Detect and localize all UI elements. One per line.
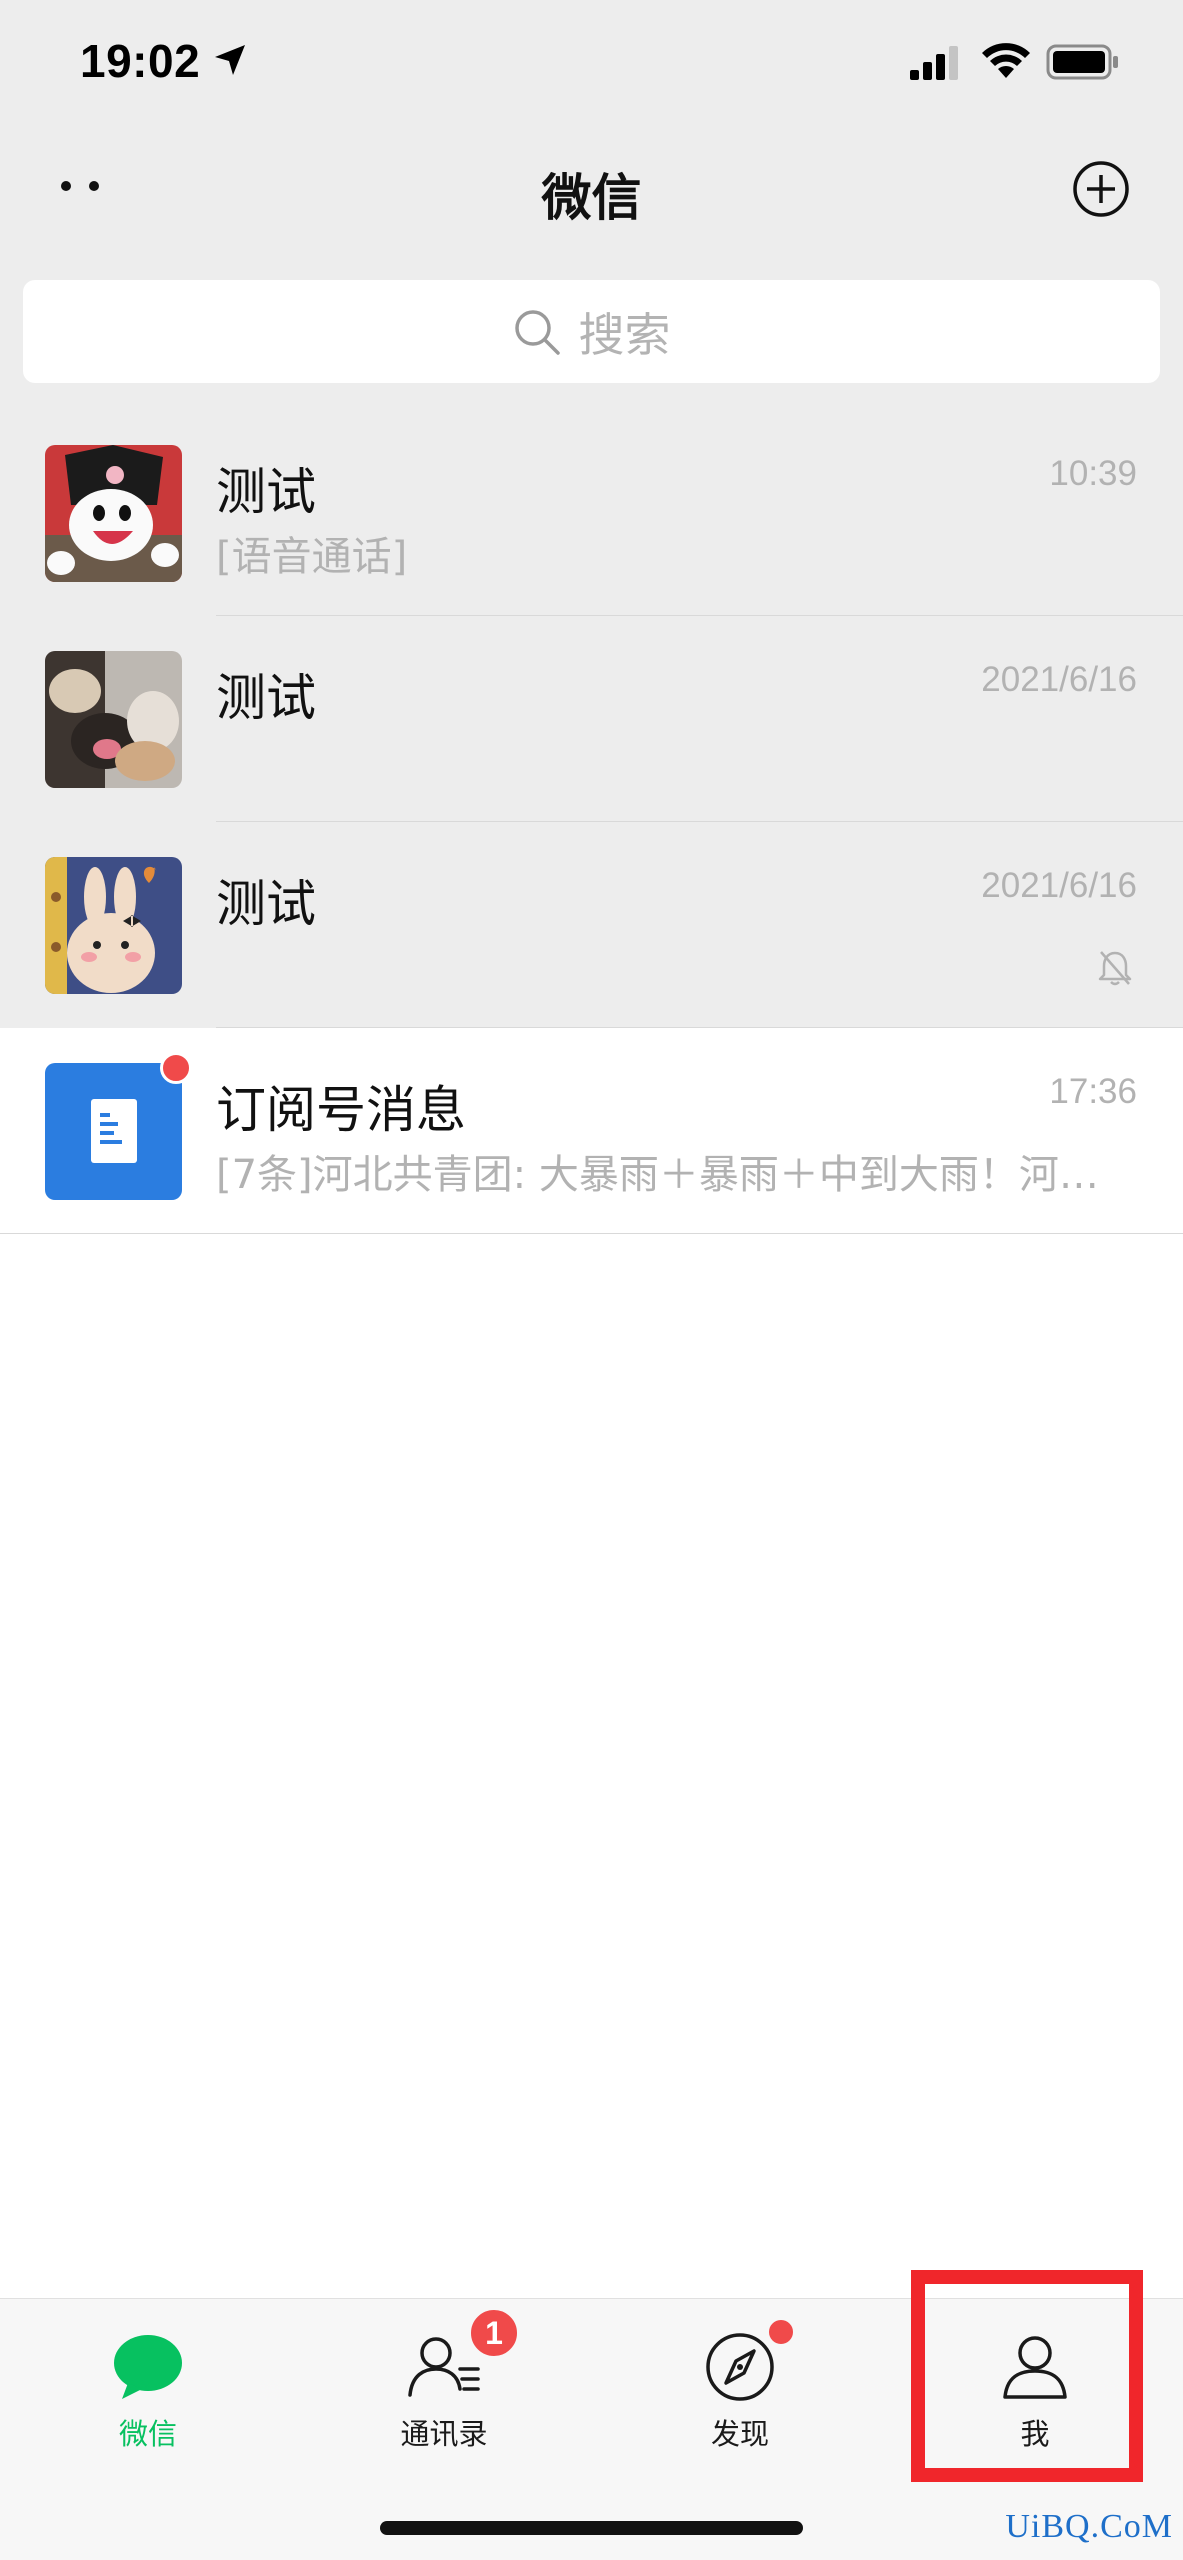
chat-time: 2021/6/16 bbox=[981, 660, 1137, 699]
chat-time: 17:36 bbox=[1049, 1072, 1137, 1111]
search-icon bbox=[514, 309, 560, 355]
muted-bell-icon bbox=[1098, 951, 1132, 986]
chat-time: 2021/6/16 bbox=[981, 866, 1137, 905]
chat-list-item[interactable]: 测试 10:39 [语音通话] bbox=[0, 410, 1183, 616]
status-time: 19:02 bbox=[80, 35, 201, 87]
header-area: 19:02 微信 搜索 bbox=[0, 0, 1183, 410]
highlight-annotation-box bbox=[911, 2270, 1143, 2482]
chat-preview: [7条]河北共青团: 大暴雨＋暴雨＋中到大雨！河… bbox=[216, 1152, 1099, 1198]
unread-dot bbox=[160, 1052, 192, 1084]
location-arrow-icon bbox=[215, 45, 245, 75]
subscription-document-icon bbox=[45, 1063, 182, 1200]
tab-label: 微信 bbox=[118, 2417, 177, 2451]
chat-name: 订阅号消息 bbox=[216, 1081, 466, 1139]
chat-list-item[interactable]: 测试 2021/6/16 bbox=[0, 616, 1183, 822]
chat-list-item[interactable]: 测试 2021/6/16 bbox=[0, 822, 1183, 1028]
tab-discover[interactable]: 发现 bbox=[592, 2299, 888, 2469]
avatar bbox=[45, 445, 182, 582]
chat-name: 测试 bbox=[216, 875, 316, 933]
tab-label: 通讯录 bbox=[400, 2417, 488, 2451]
tab-label: 发现 bbox=[710, 2417, 769, 2451]
wifi-icon bbox=[982, 43, 1030, 78]
dogs-avatar-image bbox=[45, 651, 182, 788]
cellular-signal-icon bbox=[910, 46, 958, 80]
chat-name: 测试 bbox=[216, 463, 316, 521]
avatar bbox=[45, 651, 182, 788]
home-indicator[interactable] bbox=[380, 2521, 803, 2535]
chat-list: 测试 10:39 [语音通话] 测试 2021/6/16 测试 2021/6/1… bbox=[0, 410, 1183, 1234]
chat-name: 测试 bbox=[216, 669, 316, 727]
kuromi-avatar-image bbox=[45, 445, 182, 582]
chat-list-item[interactable]: 订阅号消息 17:36 [7条]河北共青团: 大暴雨＋暴雨＋中到大雨！河… bbox=[0, 1028, 1183, 1234]
battery-icon bbox=[1046, 44, 1118, 80]
tab-contacts[interactable]: 通讯录 1 bbox=[296, 2299, 592, 2469]
page-title: 微信 bbox=[541, 169, 642, 227]
chat-bubble-icon bbox=[114, 2335, 182, 2399]
add-circle-icon[interactable] bbox=[1072, 160, 1130, 218]
search-input[interactable]: 搜索 bbox=[23, 280, 1160, 383]
new-content-dot bbox=[766, 2317, 796, 2347]
unread-count-badge: 1 bbox=[468, 2307, 520, 2359]
search-placeholder: 搜索 bbox=[578, 307, 671, 362]
tab-chats[interactable]: 微信 bbox=[0, 2299, 296, 2469]
chat-preview: [语音通话] bbox=[216, 534, 408, 580]
avatar bbox=[45, 1063, 182, 1200]
bunny-avatar-image bbox=[45, 857, 182, 994]
watermark: UiBQ.CoM bbox=[1005, 2508, 1173, 2545]
avatar bbox=[45, 857, 182, 994]
chat-time: 10:39 bbox=[1049, 454, 1137, 493]
compass-icon bbox=[706, 2333, 774, 2401]
